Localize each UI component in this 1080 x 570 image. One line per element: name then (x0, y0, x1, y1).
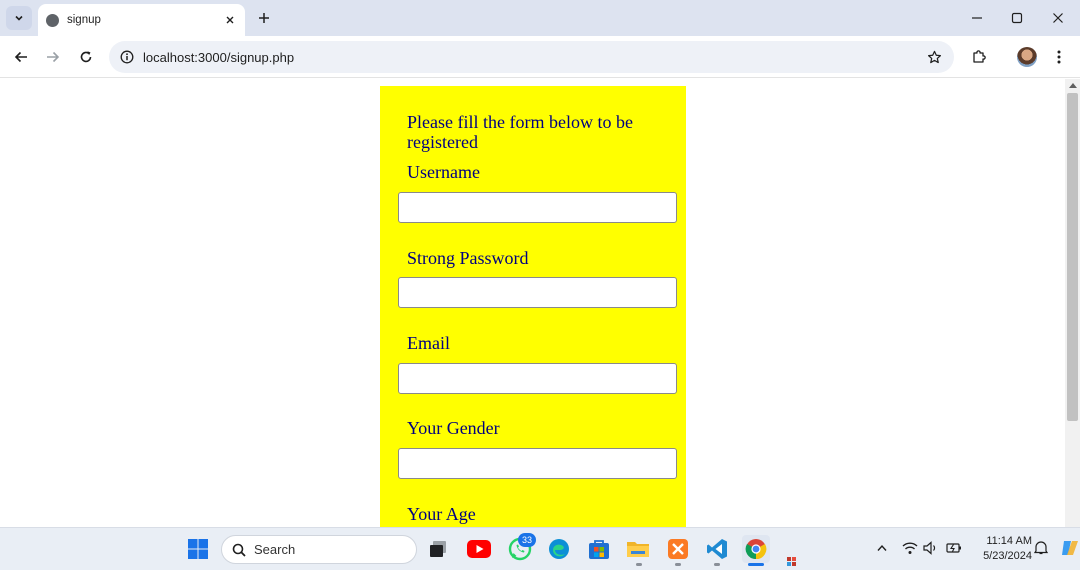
vscode-app[interactable] (703, 535, 731, 563)
gender-input[interactable] (398, 448, 677, 479)
wifi-status[interactable] (902, 540, 918, 556)
minimize-button[interactable] (957, 6, 997, 30)
tab-bar: signup (0, 0, 1080, 36)
microsoft-store-app[interactable] (585, 535, 613, 563)
taskbar-search[interactable]: Search (221, 535, 417, 564)
wifi-icon (902, 542, 918, 554)
new-tab-button[interactable] (254, 8, 274, 28)
email-label: Email (407, 333, 450, 353)
page-viewport: Please fill the form below to be registe… (0, 79, 1065, 527)
clock-date: 5/23/2024 (983, 550, 1032, 562)
url-text[interactable]: localhost:3000/signup.php (143, 50, 922, 65)
more-vert-icon (1057, 50, 1061, 64)
browser-menu-button[interactable] (1047, 45, 1071, 69)
task-view-icon (430, 541, 446, 557)
grid-app-icon (787, 557, 796, 566)
copilot-button[interactable] (1060, 537, 1080, 559)
scroll-up-arrow[interactable] (1069, 83, 1077, 88)
chevron-up-icon (877, 544, 887, 551)
browser-tab[interactable]: signup (38, 4, 245, 36)
form-intro: Please fill the form below to be registe… (407, 112, 633, 152)
app-tray-icon[interactable] (784, 552, 804, 568)
username-label: Username (407, 162, 480, 182)
notifications-button[interactable] (1033, 540, 1049, 556)
plus-icon (259, 13, 269, 23)
volume-status[interactable] (923, 540, 939, 556)
tab-search-button[interactable] (6, 6, 32, 30)
clock-time: 11:14 AM (986, 535, 1032, 547)
chrome-icon (745, 539, 767, 560)
minimize-icon (972, 17, 982, 19)
running-indicator (636, 563, 642, 566)
system-clock[interactable]: 11:14 AM 5/23/2024 (972, 534, 1032, 564)
site-info-icon[interactable] (119, 49, 135, 65)
arrow-right-icon (47, 51, 60, 63)
active-app-indicator (748, 563, 764, 566)
edge-app[interactable] (545, 535, 573, 563)
maximize-button[interactable] (997, 6, 1037, 30)
xampp-icon (668, 539, 688, 559)
close-window-button[interactable] (1038, 6, 1078, 30)
chrome-app[interactable] (742, 535, 770, 563)
notification-bell-icon (1033, 541, 1049, 555)
bookmark-button[interactable] (922, 45, 946, 69)
puzzle-icon (973, 50, 986, 63)
running-indicator (675, 563, 681, 566)
windows-icon (188, 539, 208, 559)
back-button[interactable] (9, 45, 33, 69)
profile-avatar[interactable] (1017, 47, 1037, 67)
vscode-icon (707, 539, 727, 559)
battery-status[interactable] (946, 540, 962, 556)
battery-charging-icon (946, 543, 961, 553)
notification-badge: 33 (518, 533, 536, 547)
password-input[interactable] (398, 277, 677, 308)
address-bar[interactable]: localhost:3000/signup.php (109, 41, 954, 73)
chevron-down-icon (15, 15, 23, 21)
signup-form: Please fill the form below to be registe… (380, 86, 686, 527)
globe-icon (46, 13, 59, 27)
copilot-icon (1062, 541, 1078, 555)
windows-taskbar: Search 33 11:14 AM 5/23/2024 (0, 527, 1080, 570)
xampp-app[interactable] (664, 535, 692, 563)
page-scrollbar[interactable] (1065, 79, 1080, 527)
scrollbar-thumb[interactable] (1067, 93, 1078, 421)
email-input[interactable] (398, 363, 677, 394)
forward-button[interactable] (41, 45, 65, 69)
username-input[interactable] (398, 192, 677, 223)
close-icon (1053, 13, 1063, 23)
browser-toolbar: localhost:3000/signup.php (0, 36, 1080, 78)
close-icon (226, 16, 234, 24)
reload-button[interactable] (74, 45, 98, 69)
speaker-icon (923, 541, 936, 555)
arrow-left-icon (14, 51, 27, 63)
task-view-button[interactable] (425, 535, 453, 563)
search-label: Search (254, 542, 296, 557)
search-icon (232, 543, 246, 557)
maximize-icon (1011, 12, 1023, 24)
running-indicator (714, 563, 720, 566)
start-button[interactable] (184, 535, 212, 563)
folder-icon (627, 542, 649, 557)
youtube-icon (467, 540, 491, 558)
reload-icon (80, 51, 92, 63)
tab-title: signup (67, 14, 101, 26)
age-label: Your Age (407, 504, 476, 524)
file-explorer-app[interactable] (624, 535, 652, 563)
extensions-button[interactable] (967, 45, 991, 69)
password-label: Strong Password (407, 248, 529, 268)
star-icon (927, 50, 941, 63)
show-hidden-icons-button[interactable] (874, 540, 890, 556)
edge-icon (549, 539, 569, 559)
gender-label: Your Gender (407, 418, 500, 438)
store-icon (589, 540, 609, 559)
youtube-app[interactable] (465, 535, 493, 563)
close-tab-button[interactable] (221, 11, 239, 29)
